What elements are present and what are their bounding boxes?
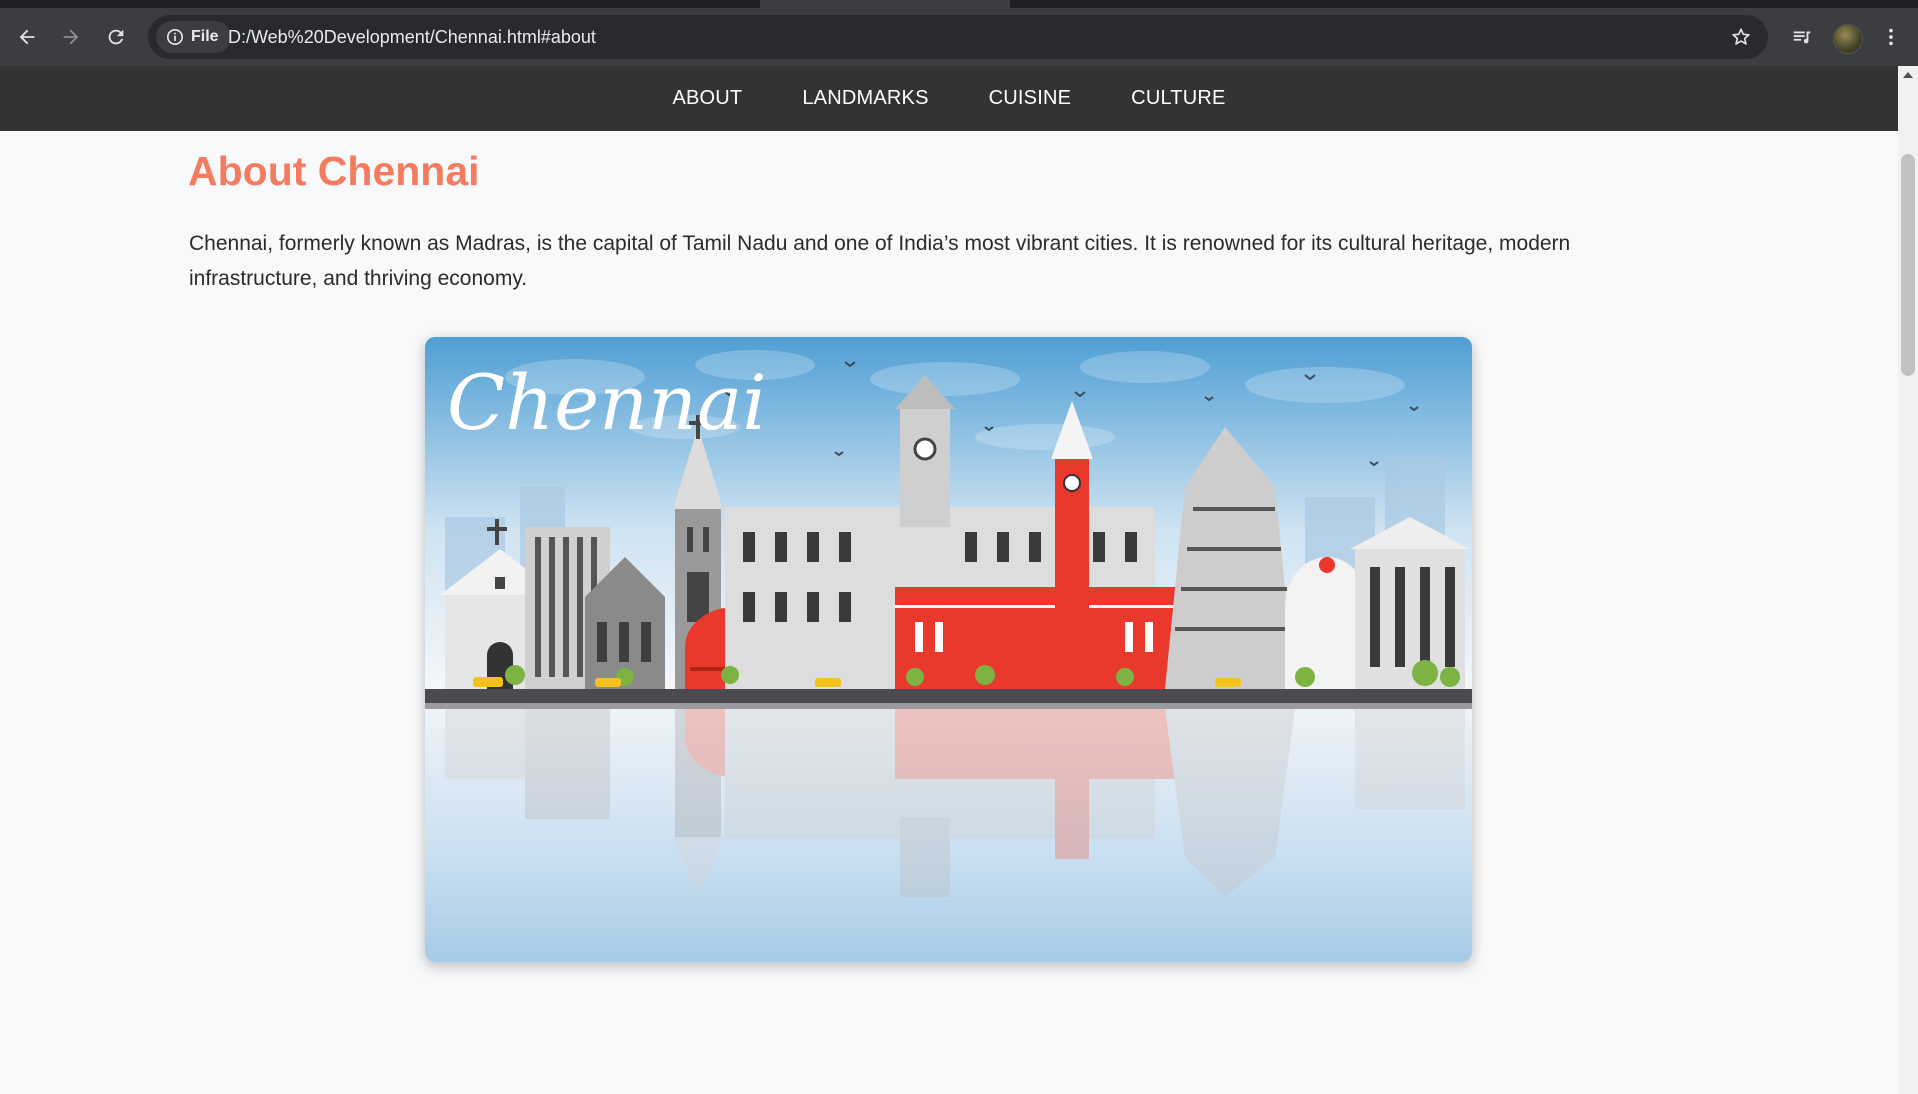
forward-icon[interactable] [52,18,90,56]
profile-avatar[interactable] [1833,24,1863,54]
site-chip-label: File [191,28,219,45]
info-icon [166,28,184,46]
nav-culture[interactable]: CULTURE [1101,87,1255,110]
about-heading: About Chennai [188,148,480,194]
browser-toolbar: File D:/Web%20Development/Chennai.html#a… [0,8,1918,66]
address-bar[interactable]: File D:/Web%20Development/Chennai.html#a… [148,15,1768,59]
reload-icon[interactable] [97,18,135,56]
menu-icon[interactable] [1872,18,1910,56]
scroll-thumb[interactable] [1901,154,1915,376]
nav-about[interactable]: ABOUT [642,87,772,110]
nav-cuisine[interactable]: CUISINE [959,87,1102,110]
image-logo-text: Chennai [447,358,767,447]
star-icon[interactable] [1722,18,1760,56]
url-text[interactable]: D:/Web%20Development/Chennai.html#about [228,15,596,59]
tab-strip [0,0,1918,8]
media-icon[interactable] [1783,18,1821,56]
nav-landmarks[interactable]: LANDMARKS [772,87,958,110]
back-icon[interactable] [8,18,46,56]
site-info-chip[interactable]: File [156,21,231,53]
active-tab-edge[interactable] [760,0,1010,8]
about-paragraph: Chennai, formerly known as Madras, is th… [189,232,1571,290]
scroll-up-arrow[interactable] [1903,72,1913,78]
page-scrollbar[interactable] [1898,66,1918,1094]
site-nav: ABOUT LANDMARKS CUISINE CULTURE [0,66,1898,131]
chennai-skyline-image: Chennai [425,337,1472,962]
